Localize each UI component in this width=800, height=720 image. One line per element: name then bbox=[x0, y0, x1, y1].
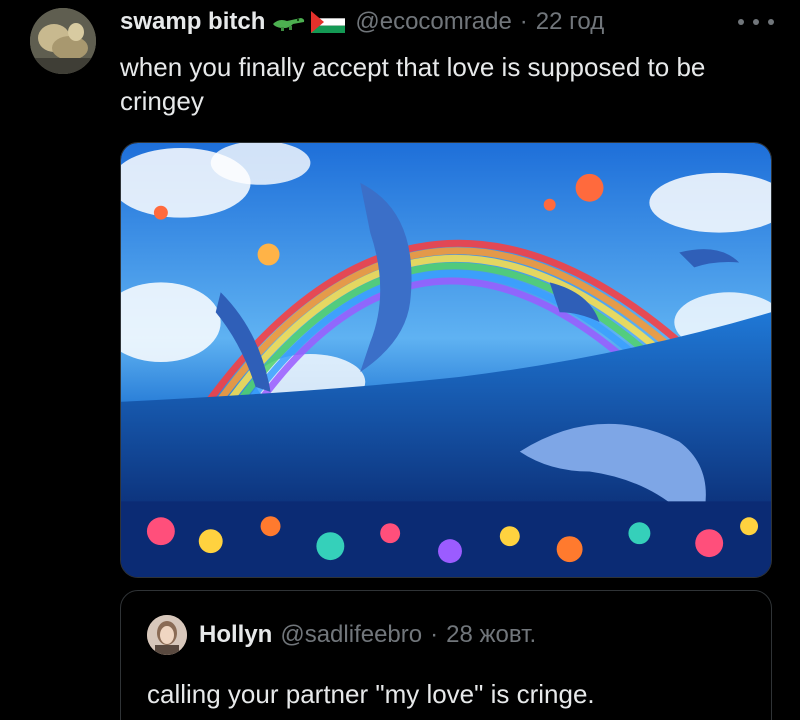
more-options-button[interactable] bbox=[738, 10, 774, 34]
quoted-tweet[interactable]: Hollyn @sadlifeebro · 28 жовт. calling y… bbox=[120, 590, 772, 720]
tweet[interactable]: swamp bitch @ecocomrade · 22 год when yo… bbox=[0, 0, 800, 720]
quoted-display-name[interactable]: Hollyn bbox=[199, 621, 272, 649]
palestine-flag-icon bbox=[311, 11, 346, 33]
timestamp[interactable]: 22 год bbox=[536, 8, 604, 36]
display-name[interactable]: swamp bitch bbox=[120, 8, 265, 36]
dot-icon bbox=[738, 19, 744, 25]
separator-dot: · bbox=[430, 621, 439, 648]
quoted-tweet-text: calling your partner "my love" is cringe… bbox=[147, 679, 595, 709]
quoted-timestamp[interactable]: 28 жовт. bbox=[446, 621, 536, 649]
tweet-media-image[interactable] bbox=[120, 142, 772, 578]
quoted-handle[interactable]: @sadlifeebro bbox=[280, 621, 422, 649]
avatar-image bbox=[30, 8, 96, 74]
handle[interactable]: @ecocomrade bbox=[355, 8, 511, 36]
quoted-avatar-image bbox=[147, 615, 187, 655]
dot-icon bbox=[753, 19, 759, 25]
dot-icon bbox=[768, 19, 774, 25]
tweet-text: when you finally accept that love is sup… bbox=[120, 52, 706, 116]
quoted-tweet-header: Hollyn @sadlifeebro · 28 жовт. bbox=[199, 617, 536, 653]
tweet-header: swamp bitch @ecocomrade · 22 год bbox=[120, 6, 604, 38]
avatar[interactable] bbox=[30, 8, 96, 74]
quoted-avatar[interactable] bbox=[147, 615, 187, 655]
dolphins-rainbow-ocean-image bbox=[121, 143, 771, 577]
crocodile-icon bbox=[273, 18, 305, 31]
separator-dot: · bbox=[519, 8, 528, 35]
